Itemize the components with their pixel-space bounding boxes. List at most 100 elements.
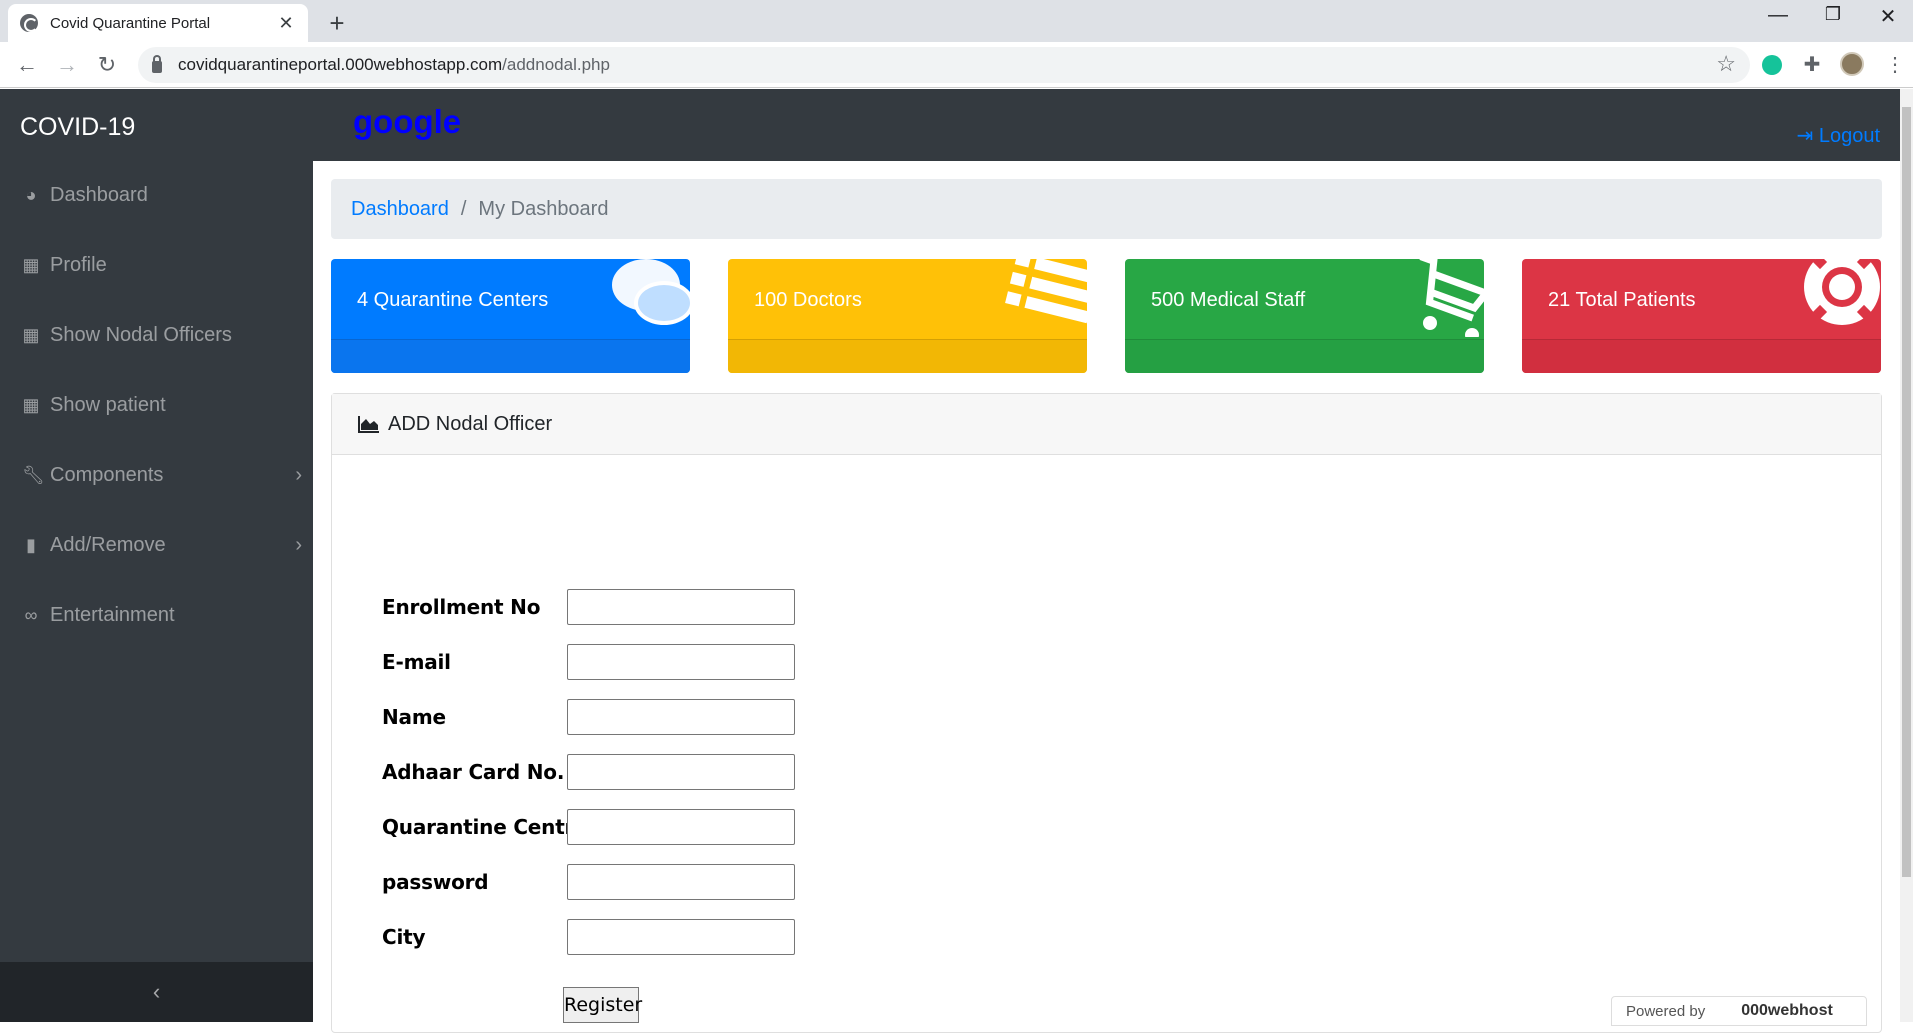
logout-label: Logout — [1818, 125, 1880, 147]
card-footer[interactable] — [728, 339, 1087, 373]
form-row-adhaar: Adhaar Card No. — [382, 754, 822, 790]
form-row-city: City — [382, 919, 822, 955]
sidebar-item-entertainment[interactable]: ∞ Entertainment — [22, 595, 302, 635]
minimize-icon[interactable]: — — [1758, 4, 1798, 27]
email-label: E-mail — [382, 650, 451, 674]
form-row-quarantine-centre: Quarantine Centre — [382, 809, 822, 845]
breadcrumb-link-dashboard[interactable]: Dashboard — [351, 198, 449, 221]
breadcrumb-separator: / — [460, 197, 467, 220]
password-label: password — [382, 870, 489, 894]
sidebar-toggle-button[interactable]: ‹ — [0, 962, 313, 1022]
table-icon: ▦ — [22, 254, 40, 275]
table-icon: ▦ — [22, 324, 40, 345]
life-ring-icon — [1804, 259, 1880, 325]
enrollment-input[interactable] — [567, 589, 795, 625]
enrollment-label: Enrollment No — [382, 595, 541, 619]
card-doctors[interactable]: 100 Doctors — [728, 259, 1087, 373]
card-footer[interactable] — [1522, 339, 1881, 373]
sidebar-item-label: Dashboard — [50, 183, 148, 206]
top-navbar: google ⇥ Logout — [313, 89, 1900, 161]
card-footer[interactable] — [1125, 339, 1484, 373]
address-bar[interactable]: covidquarantineportal.000webhostapp.com /… — [138, 47, 1750, 83]
sidebar-item-profile[interactable]: ▦ Profile — [22, 245, 302, 285]
sign-out-icon: ⇥ — [1796, 125, 1814, 147]
grammarly-icon[interactable] — [1762, 55, 1782, 75]
back-icon[interactable]: ← — [12, 50, 42, 80]
form-row-name: Name — [382, 699, 822, 735]
form-row-password: password — [382, 864, 822, 900]
card-text: 100 Doctors — [754, 289, 862, 311]
sidebar-item-dashboard[interactable]: ◕ Dashboard — [22, 175, 302, 215]
shopping-cart-icon — [1419, 259, 1484, 337]
lock-icon[interactable] — [152, 55, 162, 73]
breadcrumb-active: My Dashboard — [478, 197, 609, 220]
sidebar-brand[interactable]: COVID-19 — [20, 113, 135, 142]
url-path: /addnodal.php — [502, 55, 610, 74]
sidebar-item-label: Profile — [50, 253, 107, 276]
forward-icon[interactable]: → — [52, 50, 82, 80]
browser-tab[interactable]: Covid Quarantine Portal ✕ — [8, 4, 308, 42]
breadcrumb: Dashboard / My Dashboard — [331, 179, 1882, 239]
card-medical-staff[interactable]: 500 Medical Staff — [1125, 259, 1484, 373]
tachometer-icon: ◕ — [25, 184, 37, 205]
name-label: Name — [382, 705, 446, 729]
table-icon: ▦ — [22, 394, 40, 415]
extensions-puzzle-icon[interactable]: ✚ — [1797, 50, 1827, 80]
sidebar-item-label: Components — [50, 463, 164, 486]
new-tab-icon[interactable]: + — [322, 8, 352, 39]
card-text: 500 Medical Staff — [1151, 289, 1306, 311]
panel-header: ADD Nodal Officer — [332, 394, 1881, 455]
close-window-icon[interactable]: ✕ — [1868, 4, 1908, 29]
register-button[interactable]: Register — [563, 987, 642, 1023]
logout-link[interactable]: ⇥ Logout — [1797, 123, 1881, 148]
bookmark-star-icon[interactable]: ☆ — [1716, 51, 1736, 77]
page-scrollbar[interactable] — [1900, 89, 1913, 1022]
browser-toolbar: ← → ↻ covidquarantineportal.000webhostap… — [0, 42, 1913, 88]
adhaar-label: Adhaar Card No. — [382, 760, 565, 784]
brand-link[interactable]: google — [353, 103, 461, 141]
sidebar-item-add-remove[interactable]: ▮ Add/Remove › — [22, 525, 302, 565]
powered-by-brand: 000webhost — [1741, 1002, 1833, 1019]
list-icon — [1005, 259, 1087, 324]
url-host: covidquarantineportal.000webhostapp.com — [178, 55, 503, 74]
close-tab-icon[interactable]: ✕ — [276, 13, 296, 34]
menu-kebab-icon[interactable]: ⋮ — [1880, 50, 1910, 80]
email-input[interactable] — [567, 644, 795, 680]
sidebar-item-show-patient[interactable]: ▦ Show patient — [22, 385, 302, 425]
chevron-right-icon: › — [295, 463, 302, 486]
browser-tab-bar: Covid Quarantine Portal ✕ + — ❐ ✕ — [0, 0, 1913, 42]
chevron-right-icon: › — [295, 533, 302, 556]
reload-icon[interactable]: ↻ — [92, 50, 122, 80]
sidebar-item-label: Entertainment — [50, 603, 175, 626]
panel-title: ADD Nodal Officer — [388, 412, 553, 435]
area-chart-icon — [358, 416, 379, 433]
form-row-enrollment: Enrollment No — [382, 589, 822, 625]
sidebar-item-label: Show Nodal Officers — [50, 323, 232, 346]
password-input[interactable] — [567, 864, 795, 900]
name-input[interactable] — [567, 699, 795, 735]
file-icon: ▮ — [26, 534, 36, 555]
link-icon: ∞ — [24, 604, 38, 625]
restore-icon[interactable]: ❐ — [1813, 4, 1853, 25]
add-nodal-officer-panel: ADD Nodal Officer Enrollment No E-mail N… — [331, 393, 1882, 1033]
comments-icon — [612, 259, 690, 325]
globe-icon — [20, 14, 38, 32]
powered-by-label: Powered by — [1626, 1002, 1706, 1020]
card-text: 4 Quarantine Centers — [357, 289, 549, 311]
sidebar: COVID-19 ◕ Dashboard ▦ Profile ▦ Show No… — [0, 89, 313, 1022]
scrollbar-thumb[interactable] — [1902, 107, 1911, 877]
quarantine-centre-label: Quarantine Centre — [382, 815, 588, 839]
avatar[interactable] — [1840, 52, 1864, 76]
adhaar-input[interactable] — [567, 754, 795, 790]
sidebar-item-components[interactable]: 🔧︎ Components › — [22, 455, 302, 495]
city-input[interactable] — [567, 919, 795, 955]
card-total-patients[interactable]: 21 Total Patients — [1522, 259, 1881, 373]
quarantine-centre-input[interactable] — [567, 809, 795, 845]
sidebar-item-label: Show patient — [50, 393, 166, 416]
tab-title: Covid Quarantine Portal — [50, 14, 211, 32]
card-quarantine-centers[interactable]: 4 Quarantine Centers — [331, 259, 690, 373]
sidebar-item-show-nodal-officers[interactable]: ▦ Show Nodal Officers — [22, 315, 302, 355]
main-content: Dashboard / My Dashboard 4 Quarantine Ce… — [313, 161, 1900, 1033]
card-footer[interactable] — [331, 339, 690, 373]
city-label: City — [382, 925, 426, 949]
